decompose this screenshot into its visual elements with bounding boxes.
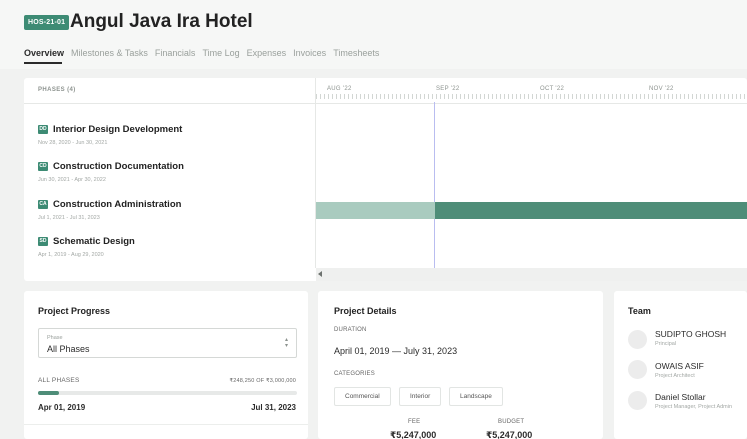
phase-item-interior-design-development[interactable]: DD Interior Design Development Nov 28, 2… [38,124,182,146]
project-code-badge: HOS-21-01 [24,15,70,30]
page-header: HOS-21-01 Angul Java Ira Hotel Overview … [0,0,747,69]
divider [315,78,316,268]
fee-value: ₹5,247,000 [390,430,437,439]
start-date: Apr 01, 2019 [38,403,86,412]
team-member-role: Principal [655,341,677,347]
all-phases-label: ALL PHASES [38,377,80,384]
end-date: Jul 31, 2023 [251,403,296,412]
progress-bar [38,391,297,395]
page-title: Angul Java Ira Hotel [70,11,253,32]
category-chip: Commercial [334,387,391,406]
team-member-role: Project Manager, Project Admin [655,404,733,410]
today-marker-line [434,102,435,268]
active-tab-indicator [24,62,62,64]
tab-time-log[interactable]: Time Log [202,47,239,59]
timeline-card: PHASES (4) DD Interior Design Developmen… [24,78,747,281]
month-label: SEP '22 [436,86,460,92]
team-card: Team SUDIPTO GHOSH Principal OWAIS ASIF … [614,291,747,439]
horizontal-scrollbar[interactable] [316,268,747,281]
avatar [628,360,647,379]
tab-overview[interactable]: Overview [24,47,64,59]
phase-name: Interior Design Development [53,124,183,135]
category-chip: Interior [399,387,442,406]
team-member-name[interactable]: SUDIPTO GHOSH [655,329,726,339]
tab-milestones-tasks[interactable]: Milestones & Tasks [71,47,148,59]
phase-item-construction-documentation[interactable]: CD Construction Documentation Jun 30, 20… [38,161,184,183]
month-label: NOV '22 [649,86,674,92]
phase-name: Construction Documentation [53,161,184,172]
duration-value: April 01, 2019 — July 31, 2023 [334,346,458,356]
select-value: All Phases [47,344,90,354]
card-title: Project Progress [38,306,111,316]
gantt-bar-construction-administration[interactable] [435,202,747,219]
phases-header: PHASES (4) [38,87,76,93]
project-details-card: Project Details DURATION April 01, 2019 … [318,291,603,439]
phase-badge: DD [38,125,48,134]
card-title: Team [628,306,651,316]
category-chip: Landscape [449,387,503,406]
phase-badge: CD [38,162,48,171]
phase-dates: Nov 28, 2020 - Jun 30, 2021 [38,140,108,146]
phase-name: Schematic Design [53,236,135,247]
card-title: Project Details [334,306,397,316]
select-label: Phase [47,335,63,341]
tab-invoices[interactable]: Invoices [293,47,326,59]
phase-name: Construction Administration [53,199,182,210]
phase-badge: CA [38,200,48,209]
chevron-up-down-icon: ▴ ▾ [284,337,288,349]
timeline-ruler [316,94,747,99]
tab-financials[interactable]: Financials [155,47,196,59]
tab-expenses[interactable]: Expenses [247,47,287,59]
tab-bar: Overview Milestones & Tasks Financials T… [24,47,379,59]
team-member-role: Project Architect [655,373,695,379]
avatar [628,391,647,410]
team-member-name[interactable]: OWAIS ASIF [655,361,704,371]
team-member-name[interactable]: Daniel Stollar [655,392,706,402]
project-progress-card: Project Progress Phase All Phases ▴ ▾ ALL… [24,291,308,439]
avatar [628,330,647,349]
divider [24,103,747,104]
duration-label: DURATION [334,327,367,333]
phase-dates: Apr 1, 2019 - Aug 29, 2020 [38,252,104,258]
gantt-bar-completed[interactable] [316,202,435,219]
progress-bar-fill [38,391,60,395]
scroll-left-icon[interactable] [318,271,322,277]
month-label: OCT '22 [540,86,565,92]
phase-item-construction-administration[interactable]: CA Construction Administration Jul 1, 20… [38,199,181,221]
phase-badge: SD [38,237,48,246]
phase-dates: Jul 1, 2021 - Jul 31, 2023 [38,215,100,221]
categories-label: CATEGORIES [334,371,375,377]
phase-select[interactable]: Phase All Phases ▴ ▾ [38,328,297,358]
phase-dates: Jun 30, 2021 - Apr 30, 2022 [38,177,106,183]
tab-timesheets[interactable]: Timesheets [333,47,379,59]
budget-label: BUDGET [498,419,525,425]
budget-progress-amount: ₹248,250 OF ₹3,000,000 [229,378,296,384]
phase-item-schematic-design[interactable]: SD Schematic Design Apr 1, 2019 - Aug 29… [38,236,135,258]
divider [24,424,308,425]
fee-label: FEE [408,419,421,425]
month-label: AUG '22 [327,86,352,92]
budget-value: ₹5,247,000 [486,430,533,439]
